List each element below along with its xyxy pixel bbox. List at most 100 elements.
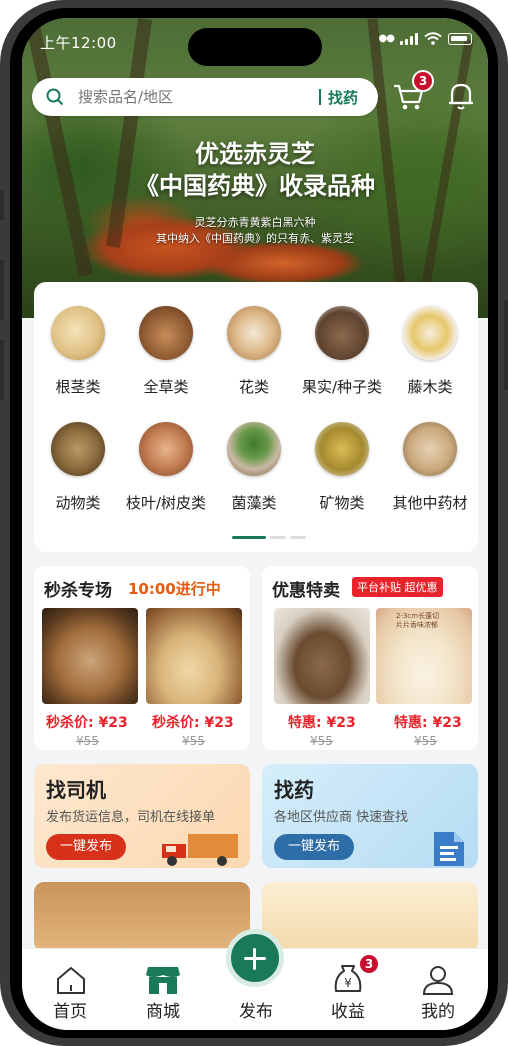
driver-publish-button[interactable]: 一键发布 bbox=[46, 834, 127, 860]
find-medicine-title: 找药 bbox=[274, 778, 314, 802]
dots-icon: ●● bbox=[378, 33, 395, 44]
svg-text:¥: ¥ bbox=[344, 976, 352, 990]
volume-down-button bbox=[0, 340, 4, 400]
status-icons: ●● bbox=[379, 32, 472, 45]
bottom-tab-bar: 首页 商城 发布 ¥ 3 收益 我的 bbox=[22, 929, 488, 1030]
discount-price: 特惠: ¥23 bbox=[288, 715, 356, 731]
status-time: 上午12:00 bbox=[40, 34, 117, 52]
tab-label: 发布 bbox=[239, 1002, 273, 1022]
plus-icon[interactable] bbox=[226, 929, 284, 987]
store-icon bbox=[146, 967, 180, 994]
whole-herb-image bbox=[139, 306, 193, 360]
original-price: ¥55 bbox=[76, 734, 99, 748]
bell-icon bbox=[449, 83, 473, 110]
find-driver-desc: 发布货运信息，司机在线接单 bbox=[46, 810, 216, 825]
discount-product-image[interactable]: 2-3cm长蓬切 片片香味浓郁 bbox=[376, 608, 472, 704]
flash-sale-card[interactable]: 秒杀专场 10:00进行中 秒杀价: ¥23 秒杀价: ¥23 ¥55 ¥55 bbox=[34, 566, 250, 750]
flower-image bbox=[227, 306, 281, 360]
fungus-image bbox=[227, 422, 281, 476]
discount-product-image[interactable] bbox=[274, 608, 370, 704]
search-input[interactable] bbox=[78, 86, 308, 108]
category-10[interactable]: 其他中药材 bbox=[386, 422, 474, 513]
document-icon bbox=[434, 832, 464, 866]
category-label: 动物类 bbox=[55, 494, 101, 512]
cart-badge: 3 bbox=[412, 70, 434, 92]
category-5[interactable]: 藤木类 bbox=[386, 306, 474, 397]
battery-icon bbox=[448, 32, 472, 45]
category-2[interactable]: 全草类 bbox=[122, 306, 210, 397]
find-driver-card[interactable]: 找司机 发布货运信息，司机在线接单 一键发布 bbox=[34, 764, 250, 868]
dynamic-island bbox=[188, 28, 322, 66]
category-9[interactable]: 矿物类 bbox=[298, 422, 386, 513]
original-price: ¥55 bbox=[414, 734, 437, 748]
discount-tag: 平台补贴 超优惠 bbox=[352, 577, 443, 597]
discount-price: 特惠: ¥23 bbox=[394, 715, 462, 731]
earnings-badge: 3 bbox=[358, 953, 380, 975]
category-label: 枝叶/树皮类 bbox=[125, 494, 207, 512]
product-card[interactable] bbox=[262, 882, 478, 952]
wifi-icon bbox=[424, 32, 442, 45]
home-icon bbox=[57, 967, 85, 994]
original-price: ¥55 bbox=[182, 734, 205, 748]
category-label: 藤木类 bbox=[407, 378, 453, 396]
category-label: 果实/种子类 bbox=[301, 378, 383, 396]
original-price: ¥55 bbox=[310, 734, 333, 748]
notification-button[interactable] bbox=[446, 80, 476, 112]
tab-label: 收益 bbox=[331, 1002, 365, 1022]
medicine-publish-button[interactable]: 一键发布 bbox=[274, 834, 355, 860]
tab-label: 首页 bbox=[53, 1002, 87, 1022]
carousel-indicator bbox=[232, 536, 306, 539]
flash-sale-product-image[interactable] bbox=[146, 608, 242, 704]
truck-icon bbox=[162, 834, 238, 866]
category-label: 其他中药材 bbox=[392, 494, 468, 512]
discount-title: 优惠特卖 bbox=[272, 581, 340, 601]
search-icon bbox=[46, 88, 64, 106]
category-3[interactable]: 花类 bbox=[210, 306, 298, 397]
category-label: 花类 bbox=[238, 378, 269, 396]
flash-sale-price: 秒杀价: ¥23 bbox=[46, 715, 128, 731]
flash-sale-status: 10:00进行中 bbox=[128, 580, 221, 598]
category-1[interactable]: 根茎类 bbox=[34, 306, 122, 397]
flash-sale-product-image[interactable] bbox=[42, 608, 138, 704]
banner-subtitle-line2: 其中纳入《中国药典》的只有赤、紫灵芝 bbox=[156, 232, 354, 245]
app-screen: 优选赤灵芝 《中国药典》收录品种 灵芝分赤青黄紫白黑六种 其中纳入《中国药典》的… bbox=[22, 18, 488, 1030]
bark-image bbox=[139, 422, 193, 476]
flash-sale-title: 秒杀专场 bbox=[44, 581, 112, 601]
category-7[interactable]: 枝叶/树皮类 bbox=[122, 422, 210, 513]
banner-title-line2: 《中国药典》收录品种 bbox=[135, 172, 375, 200]
banner-subtitle-line1: 灵芝分赤青黄紫白黑六种 bbox=[194, 216, 316, 229]
power-button bbox=[504, 300, 508, 390]
search-divider bbox=[319, 89, 321, 105]
product-card[interactable] bbox=[34, 882, 250, 952]
profile-icon bbox=[422, 966, 454, 995]
other-herb-image bbox=[403, 422, 457, 476]
search-bar[interactable]: 找药 bbox=[32, 78, 378, 116]
find-medicine-desc: 各地区供应商 快速查找 bbox=[274, 810, 409, 825]
phone-frame: 优选赤灵芝 《中国药典》收录品种 灵芝分赤青黄紫白黑六种 其中纳入《中国药典》的… bbox=[0, 0, 508, 1046]
discount-card[interactable]: 优惠特卖 平台补贴 超优惠 2-3cm长蓬切 片片香味浓郁 特惠: ¥23 特惠:… bbox=[262, 566, 478, 750]
tab-label: 商城 bbox=[146, 1002, 180, 1022]
volume-up-button bbox=[0, 260, 4, 320]
search-button[interactable]: 找药 bbox=[328, 87, 358, 108]
mute-switch bbox=[0, 190, 4, 220]
banner-title-line1: 优选赤灵芝 bbox=[195, 140, 315, 168]
category-grid: 根茎类 全草类 花类 果实/种子类 藤木类动物类 枝叶/树皮类 菌藻类 矿物类 其他中药材 bbox=[34, 282, 478, 552]
cart-button[interactable]: 3 bbox=[392, 70, 434, 112]
category-label: 根茎类 bbox=[55, 378, 101, 396]
category-label: 全草类 bbox=[143, 378, 189, 396]
category-6[interactable]: 动物类 bbox=[34, 422, 122, 513]
tab-label: 我的 bbox=[421, 1002, 455, 1022]
status-bar: 上午12:00 ●● bbox=[22, 18, 488, 66]
category-label: 菌藻类 bbox=[231, 494, 277, 512]
find-driver-title: 找司机 bbox=[46, 778, 106, 802]
mineral-image bbox=[315, 422, 369, 476]
find-medicine-card[interactable]: 找药 各地区供应商 快速查找 一键发布 bbox=[262, 764, 478, 868]
category-4[interactable]: 果实/种子类 bbox=[298, 306, 386, 397]
vine-wood-image bbox=[403, 306, 457, 360]
flash-sale-price: 秒杀价: ¥23 bbox=[152, 715, 234, 731]
cellular-signal-icon bbox=[400, 32, 418, 45]
root-slices-image bbox=[51, 306, 105, 360]
fruit-seed-image bbox=[315, 306, 369, 360]
category-label: 矿物类 bbox=[319, 494, 365, 512]
category-8[interactable]: 菌藻类 bbox=[210, 422, 298, 513]
